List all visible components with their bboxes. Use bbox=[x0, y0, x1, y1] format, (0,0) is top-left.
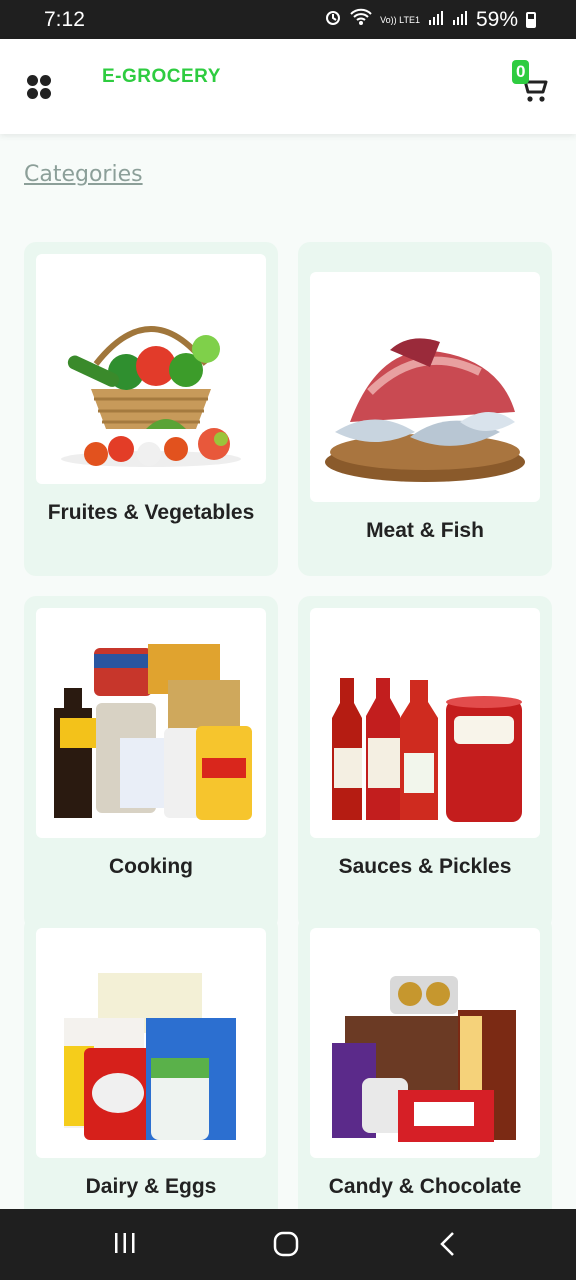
home-icon[interactable] bbox=[273, 1231, 299, 1261]
network-label: Vo)) LTE1 bbox=[380, 14, 420, 25]
category-card-dairy-eggs[interactable]: Dairy & Eggs bbox=[24, 916, 278, 1250]
status-bar: 7:12 Vo)) LTE1 59% bbox=[0, 0, 576, 39]
menu-icon[interactable] bbox=[27, 75, 53, 101]
candy-chocolate-image bbox=[310, 928, 540, 1158]
category-card-candy-chocolate[interactable]: Candy & Chocolate bbox=[298, 916, 552, 1250]
category-label: Meat & Fish bbox=[366, 519, 484, 542]
recent-apps-icon[interactable] bbox=[113, 1231, 137, 1259]
dairy-products-image bbox=[36, 928, 266, 1158]
meat-fish-image bbox=[310, 272, 540, 502]
status-time: 7:12 bbox=[44, 8, 85, 31]
alarm-icon bbox=[324, 8, 342, 32]
battery-percent: 59% bbox=[475, 8, 518, 31]
signal-icon-2 bbox=[452, 8, 468, 32]
category-label: Cooking bbox=[109, 855, 193, 878]
category-label: Candy & Chocolate bbox=[328, 1175, 522, 1198]
sauces-bottles-image bbox=[310, 608, 540, 838]
signal-icon-1 bbox=[428, 8, 444, 32]
section-title[interactable]: Categories bbox=[24, 162, 143, 187]
category-card-fruits-vegetables[interactable]: Fruites & Vegetables bbox=[24, 242, 278, 576]
vegetable-basket-image bbox=[36, 254, 266, 484]
category-card-sauces-pickles[interactable]: Sauces & Pickles bbox=[298, 596, 552, 930]
category-label: Dairy & Eggs bbox=[85, 1175, 217, 1198]
wifi-icon bbox=[350, 8, 372, 32]
app-header: E-GROCERY 0 bbox=[0, 39, 576, 134]
back-icon[interactable] bbox=[438, 1231, 458, 1261]
brand-logo: E-GROCERY bbox=[102, 66, 221, 87]
category-label: Sauces & Pickles bbox=[338, 855, 512, 878]
system-nav-bar bbox=[0, 1209, 576, 1280]
category-card-cooking[interactable]: Cooking bbox=[24, 596, 278, 930]
category-card-meat-fish[interactable]: Meat & Fish bbox=[298, 242, 552, 576]
battery-icon bbox=[526, 12, 536, 28]
cart-button[interactable]: 0 bbox=[512, 60, 552, 103]
cart-count-badge: 0 bbox=[512, 60, 530, 84]
category-label: Fruites & Vegetables bbox=[47, 501, 255, 524]
cooking-products-image bbox=[36, 608, 266, 838]
